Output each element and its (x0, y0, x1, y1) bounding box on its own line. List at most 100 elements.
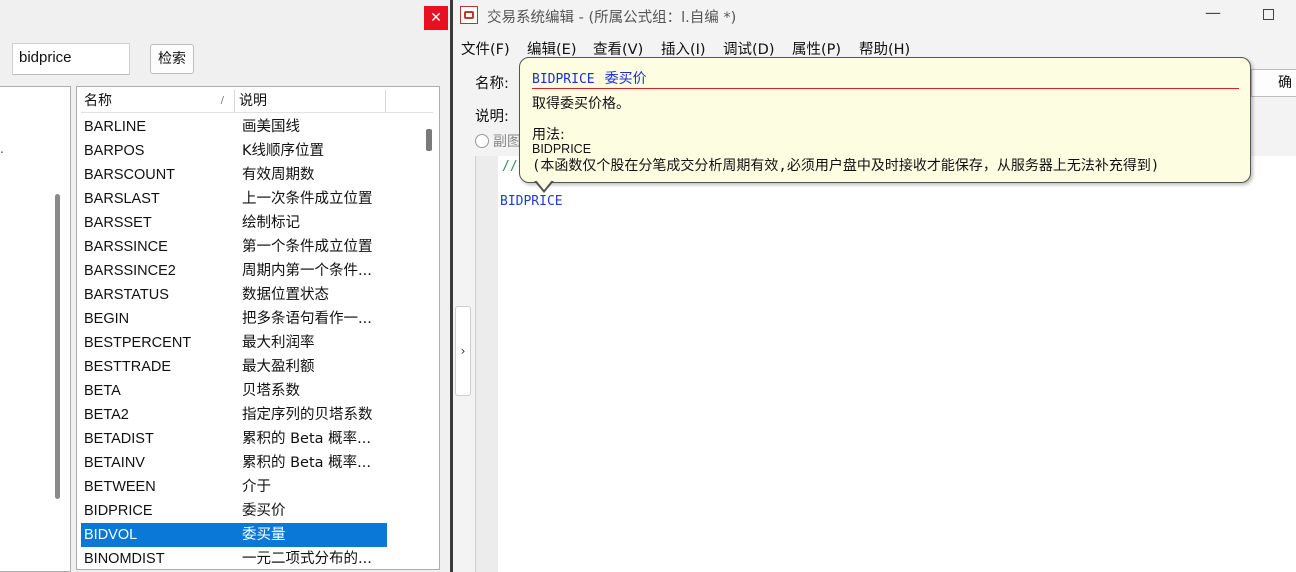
function-row[interactable]: BETA 贝塔系数 (81, 379, 387, 403)
function-row[interactable]: BARLINE 画美国线 (81, 115, 387, 139)
function-name: BARSLAST (84, 191, 160, 207)
function-row[interactable]: BIDPRICE 委买价 (81, 499, 387, 523)
function-row[interactable]: BINOMDIST 一元二项式分布的... (81, 547, 387, 571)
function-tooltip: BIDPRICE 委买价 取得委买价格。 用法: BIDPRICE (本函数仅个股… (519, 57, 1251, 183)
app-icon (460, 6, 478, 24)
column-header-name-label: 名称 (84, 93, 112, 109)
function-name: BIDPRICE (84, 503, 153, 519)
function-desc: 委买量 (242, 527, 286, 543)
function-name: BARSSINCE (84, 239, 168, 255)
function-row[interactable]: BEGIN 把多条语句看作一... (81, 307, 387, 331)
function-name: BARPOS (84, 143, 145, 159)
tooltip-pointer-fill (536, 180, 552, 190)
column-header-desc[interactable]: 说明 (236, 90, 386, 112)
function-row[interactable]: BARPOS K线顺序位置 (81, 139, 387, 163)
function-desc: 贝塔系数 (242, 383, 300, 399)
search-button[interactable]: 检索 (150, 44, 194, 74)
function-row[interactable]: BETADIST 累积的 Beta 概率... (81, 427, 387, 451)
menu-edit[interactable]: 编辑(E) (527, 38, 576, 59)
function-name: BARLINE (84, 119, 147, 135)
function-desc: 周期内第一个条件... (242, 263, 372, 279)
function-list[interactable]: 名称 / 说明 BARLINE 画美国线 BARPOS K线顺序位置 BARSCOUNT… (76, 86, 440, 570)
tooltip-title: BIDPRICE 委买价 (532, 68, 647, 88)
code-editor[interactable]: // BIDPRICE (475, 156, 1296, 572)
function-row[interactable]: BETA2 指定序列的贝塔系数 (81, 403, 387, 427)
function-desc: 最大盈利额 (242, 359, 315, 375)
function-name: BESTPERCENT (84, 335, 192, 351)
function-row[interactable]: BESTPERCENT 最大利润率 (81, 331, 387, 355)
function-row[interactable]: BARSSINCE 第一个条件成立位置 (81, 235, 387, 259)
function-row[interactable]: BARSTATUS 数据位置状态 (81, 283, 387, 307)
function-name: BETWEEN (84, 479, 156, 495)
function-desc: 介于 (242, 479, 271, 495)
column-header-name[interactable]: 名称 / (81, 90, 235, 112)
function-desc: 绘制标记 (242, 215, 300, 231)
function-desc: 一元二项式分布的... (242, 551, 372, 567)
collapse-panel-icon[interactable]: › (455, 306, 471, 396)
function-desc: 有效周期数 (242, 167, 315, 183)
function-row[interactable]: BETAINV 累积的 Beta 概率... (81, 451, 387, 475)
tree-item-fragment: . (0, 142, 4, 156)
menu-debug[interactable]: 调试(D) (723, 38, 774, 59)
function-name: BETA2 (84, 407, 129, 423)
function-desc: K线顺序位置 (242, 143, 325, 159)
menu-props[interactable]: 属性(P) (792, 38, 841, 59)
name-label: 名称: (475, 76, 509, 92)
function-desc: 第一个条件成立位置 (242, 239, 373, 255)
function-row[interactable]: BARSLAST 上一次条件成立位置 (81, 187, 387, 211)
tooltip-description: 取得委买价格。 (532, 96, 630, 112)
function-desc: 指定序列的贝塔系数 (242, 407, 373, 423)
window-title: 交易系统编辑 - (所属公式组：l.自编 *) (487, 10, 737, 26)
function-name: BESTTRADE (84, 359, 172, 375)
function-desc: 委买价 (242, 503, 286, 519)
function-desc: 画美国线 (242, 119, 300, 135)
close-icon[interactable]: ✕ (424, 6, 448, 30)
category-tree[interactable]: . (0, 86, 71, 572)
tooltip-note: (本函数仅个股在分笔成交分析周期有效,必须用户盘中及时接收才能保存，从服务器上无… (532, 158, 1160, 174)
minimize-icon[interactable]: — (1205, 3, 1221, 22)
maximize-icon[interactable] (1263, 9, 1274, 20)
desc-label: 说明: (475, 109, 509, 125)
tooltip-usage-label: 用法: (532, 127, 565, 143)
code-line: BIDPRICE (500, 194, 563, 209)
function-name: BEGIN (84, 311, 130, 327)
ok-button[interactable]: 确 (1251, 69, 1296, 97)
menu-view[interactable]: 查看(V) (593, 38, 643, 59)
function-rows: BARLINE 画美国线 BARPOS K线顺序位置 BARSCOUNT 有效周期数 BAR… (81, 115, 387, 571)
function-name: BIDVOL (84, 527, 138, 543)
function-row[interactable]: BESTTRADE 最大盈利额 (81, 355, 387, 379)
tooltip-divider (532, 88, 1239, 89)
function-desc: 数据位置状态 (242, 287, 329, 303)
tooltip-usage: BIDPRICE (532, 142, 592, 156)
function-row[interactable]: BETWEEN 介于 (81, 475, 387, 499)
sort-indicator-icon: / (220, 95, 224, 106)
function-picker-dialog: ✕ bidprice 检索 . 名称 / 说明 BARLINE 画美国线 BARPO… (0, 0, 450, 572)
function-name: BETA (84, 383, 121, 399)
subchart-radio-label: 副图 (493, 134, 521, 150)
list-scrollbar-thumb[interactable] (426, 129, 432, 151)
function-name: BARSSINCE2 (84, 263, 176, 279)
menu-file[interactable]: 文件(F) (461, 38, 510, 59)
function-row[interactable]: BARSCOUNT 有效周期数 (81, 163, 387, 187)
line-gutter (476, 156, 498, 572)
function-row[interactable]: BARSSINCE2 周期内第一个条件... (81, 259, 387, 283)
tree-scrollbar[interactable] (55, 194, 60, 499)
list-header: 名称 / 说明 (81, 90, 433, 113)
menu-insert[interactable]: 插入(I) (661, 38, 706, 59)
code-comment: // (502, 159, 518, 174)
function-name: BARSSET (84, 215, 152, 231)
function-name: BETADIST (84, 431, 154, 447)
function-desc: 最大利润率 (242, 335, 315, 351)
function-desc: 累积的 Beta 概率... (242, 455, 371, 471)
menu-help[interactable]: 帮助(H) (859, 38, 910, 59)
tooltip-func-cn: 委买价 (604, 71, 647, 87)
search-input[interactable]: bidprice (12, 43, 130, 75)
tooltip-func-name: BIDPRICE (532, 72, 595, 87)
function-row[interactable]: BIDVOL 委买量 (81, 523, 387, 547)
function-name: BARSCOUNT (84, 167, 176, 183)
function-name: BINOMDIST (84, 551, 165, 567)
function-row[interactable]: BARSSET 绘制标记 (81, 211, 387, 235)
function-desc: 累积的 Beta 概率... (242, 431, 371, 447)
function-name: BETAINV (84, 455, 145, 471)
subchart-radio[interactable] (475, 134, 489, 148)
